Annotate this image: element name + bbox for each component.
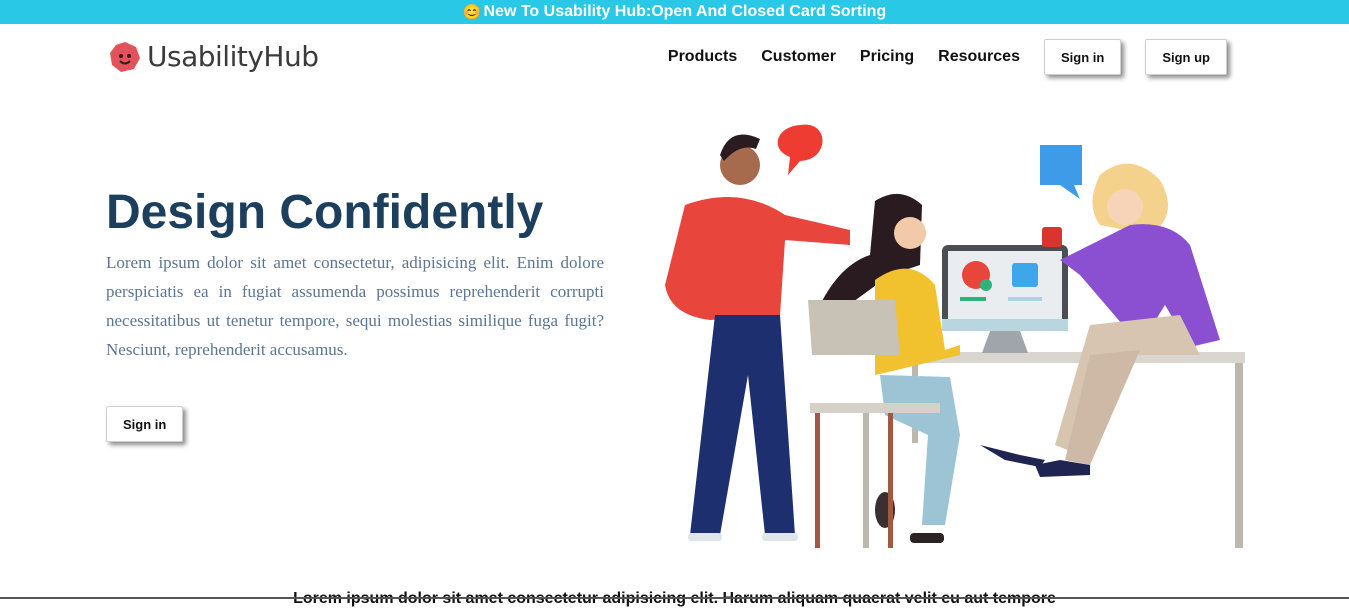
man-pants	[690, 315, 795, 535]
speech-bubble-red	[777, 124, 823, 175]
nav-pricing[interactable]: Pricing	[860, 48, 914, 66]
sign-up-button[interactable]: Sign up	[1145, 39, 1227, 75]
nav-customer[interactable]: Customer	[761, 48, 836, 66]
bottom-section-text: Lorem ipsum dolor sit amet consectetur a…	[0, 590, 1349, 608]
team-illustration	[665, 124, 1245, 548]
banner-text: New To Usability Hub:Open And Closed Car…	[483, 3, 887, 20]
desk-leg	[1235, 363, 1243, 548]
nav-resources[interactable]: Resources	[938, 48, 1020, 66]
hero-sign-in-button[interactable]: Sign in	[106, 406, 184, 442]
smile-emoji-icon: 😊	[462, 4, 482, 21]
hero-title: Design Confidently	[106, 186, 544, 239]
speech-bubble-blue	[1040, 145, 1082, 199]
logo-text: UsabilityHub	[147, 40, 319, 73]
main-nav: Products Customer Pricing Resources Sign…	[668, 39, 1227, 75]
cup	[1042, 227, 1062, 247]
smiley-blob-icon	[110, 41, 140, 72]
logo[interactable]: UsabilityHub	[109, 40, 319, 73]
nav-products[interactable]: Products	[668, 48, 737, 66]
announcement-banner[interactable]: 😊 New To Usability Hub:Open And Closed C…	[0, 0, 1349, 24]
chair-back	[808, 300, 900, 355]
hero-description: Lorem ipsum dolor sit amet consectetur, …	[106, 253, 604, 359]
sign-in-button[interactable]: Sign in	[1043, 39, 1122, 75]
